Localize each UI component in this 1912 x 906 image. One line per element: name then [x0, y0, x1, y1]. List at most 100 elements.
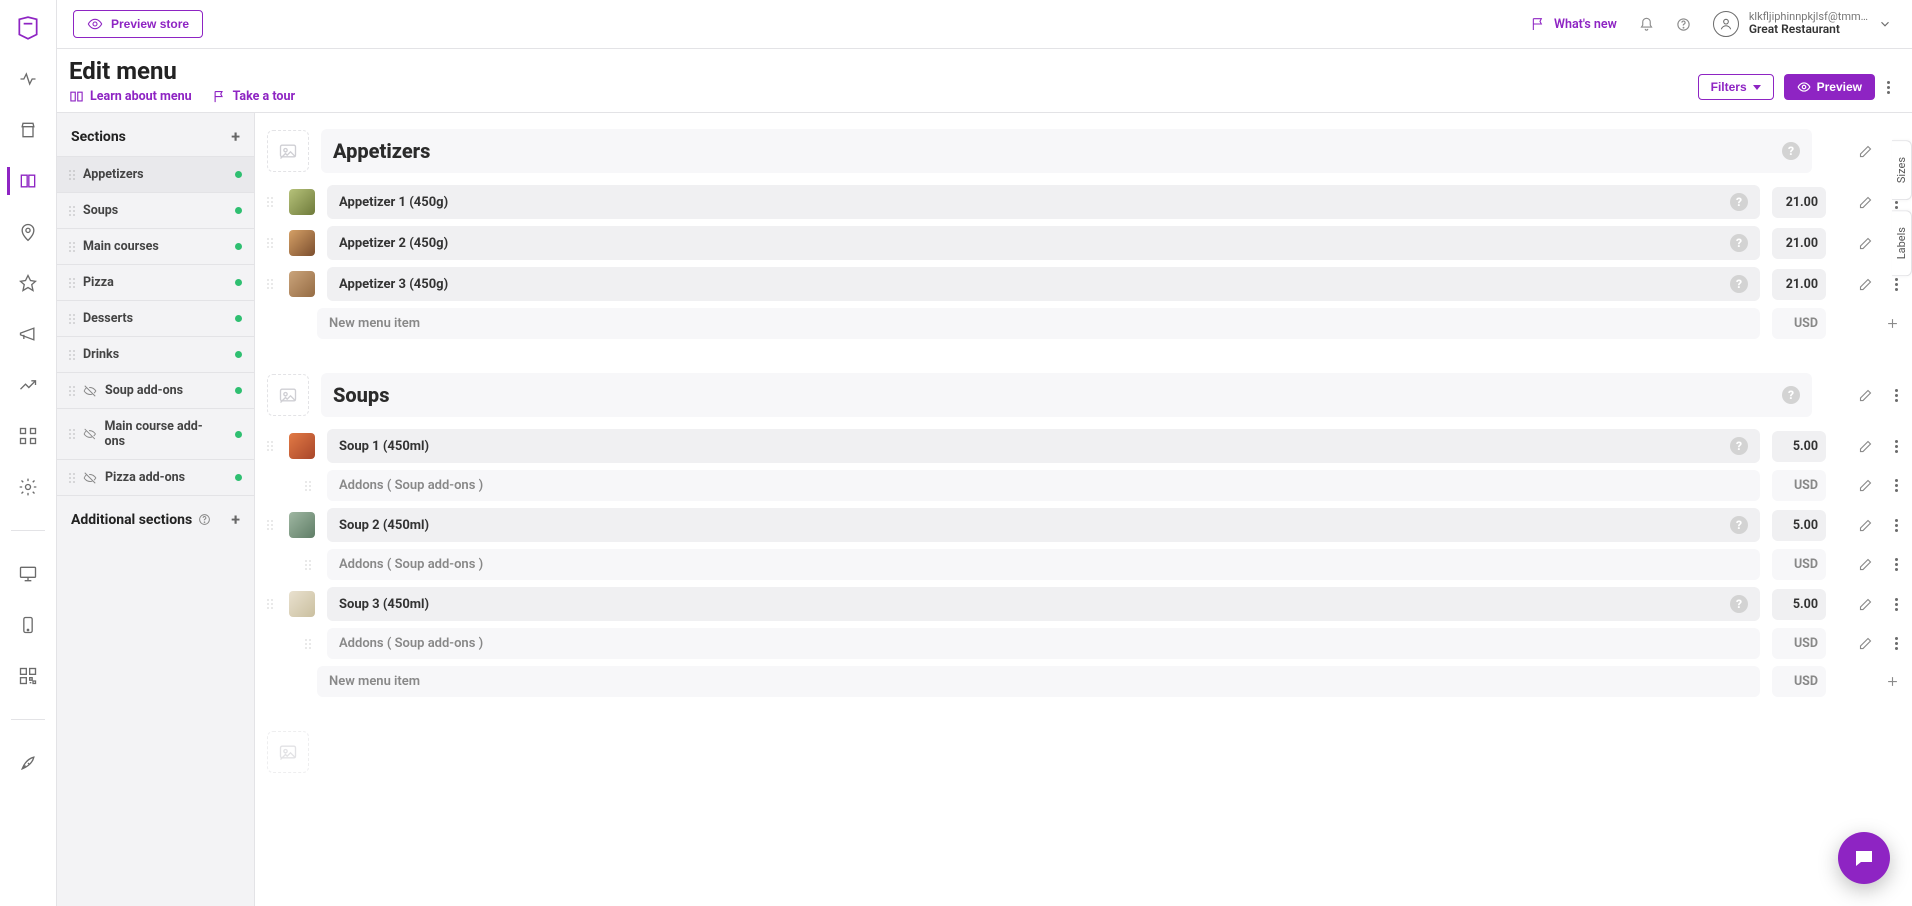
item-thumbnail[interactable] — [289, 271, 315, 297]
section-item[interactable]: Pizza add-ons — [57, 459, 254, 495]
item-help-icon[interactable]: ? — [1730, 595, 1748, 613]
edit-icon[interactable] — [1858, 144, 1873, 159]
item-help-icon[interactable]: ? — [1730, 437, 1748, 455]
add-additional-section-button[interactable]: + — [231, 510, 240, 529]
drag-handle-icon[interactable] — [267, 279, 277, 289]
addon-row[interactable]: Addons ( Soup add-ons ) — [327, 470, 1760, 501]
nav-locations-icon[interactable] — [7, 218, 47, 246]
preview-store-button[interactable]: Preview store — [73, 10, 203, 38]
addon-row[interactable]: Addons ( Soup add-ons ) — [327, 628, 1760, 659]
menu-item-price[interactable]: 21.00 — [1772, 228, 1826, 259]
menu-item-price[interactable]: 21.00 — [1772, 187, 1826, 218]
drag-handle-icon[interactable] — [267, 238, 277, 248]
drag-handle-icon[interactable] — [69, 314, 75, 324]
drag-handle-icon[interactable] — [305, 560, 315, 570]
preview-button[interactable]: Preview — [1784, 74, 1875, 100]
section-item[interactable]: Soups — [57, 192, 254, 228]
nav-qr-icon[interactable] — [7, 662, 47, 690]
more-icon[interactable] — [1893, 438, 1900, 455]
nav-menu-icon[interactable] — [7, 167, 47, 195]
addon-row[interactable]: Addons ( Soup add-ons ) — [327, 549, 1760, 580]
nav-marketing-icon[interactable] — [7, 320, 47, 348]
drag-handle-icon[interactable] — [69, 170, 75, 180]
more-icon[interactable] — [1893, 387, 1900, 404]
item-help-icon[interactable]: ? — [1730, 234, 1748, 252]
section-item[interactable]: Pizza — [57, 264, 254, 300]
whats-new-link[interactable]: What's new — [1530, 16, 1617, 32]
drag-handle-icon[interactable] — [267, 441, 277, 451]
edit-icon[interactable] — [1858, 478, 1873, 493]
drag-handle-icon[interactable] — [305, 639, 315, 649]
drag-handle-icon[interactable] — [305, 481, 315, 491]
item-help-icon[interactable]: ? — [1730, 275, 1748, 293]
item-help-icon[interactable]: ? — [1782, 142, 1800, 160]
edit-icon[interactable] — [1858, 277, 1873, 292]
section-image-placeholder[interactable] — [267, 130, 309, 172]
item-thumbnail[interactable] — [289, 433, 315, 459]
item-thumbnail[interactable] — [289, 230, 315, 256]
menu-item-row[interactable]: Soup 3 (450ml)? — [327, 587, 1760, 621]
more-icon[interactable] — [1893, 517, 1900, 534]
item-thumbnail[interactable] — [289, 591, 315, 617]
edit-icon[interactable] — [1858, 636, 1873, 651]
item-thumbnail[interactable] — [289, 189, 315, 215]
section-item[interactable]: Appetizers — [57, 156, 254, 192]
drag-handle-icon[interactable] — [69, 350, 75, 360]
section-item[interactable]: Desserts — [57, 300, 254, 336]
add-item-icon[interactable] — [1885, 674, 1900, 689]
section-item[interactable]: Soup add-ons — [57, 372, 254, 408]
sizes-tab[interactable]: Sizes — [1892, 140, 1912, 200]
labels-tab[interactable]: Labels — [1892, 210, 1912, 276]
user-menu[interactable]: klkfljiphinnpkjlsf@tmm… Great Restaurant — [1713, 11, 1892, 37]
nav-analytics-icon[interactable] — [7, 371, 47, 399]
edit-icon[interactable] — [1858, 236, 1873, 251]
menu-item-row[interactable]: Appetizer 1 (450g)? — [327, 185, 1760, 219]
drag-handle-icon[interactable] — [69, 242, 75, 252]
menu-item-row[interactable]: Appetizer 2 (450g)? — [327, 226, 1760, 260]
edit-icon[interactable] — [1858, 518, 1873, 533]
nav-orders-icon[interactable] — [7, 116, 47, 144]
add-item-icon[interactable] — [1885, 316, 1900, 331]
nav-rocket-icon[interactable] — [7, 749, 47, 777]
notifications-icon[interactable] — [1639, 17, 1654, 32]
nav-mobile-icon[interactable] — [7, 611, 47, 639]
chat-fab[interactable] — [1838, 832, 1890, 884]
drag-handle-icon[interactable] — [267, 197, 277, 207]
menu-item-price[interactable]: 5.00 — [1772, 510, 1826, 541]
filters-button[interactable]: Filters — [1698, 74, 1774, 100]
more-icon[interactable] — [1893, 556, 1900, 573]
more-icon[interactable] — [1893, 276, 1900, 293]
drag-handle-icon[interactable] — [69, 429, 75, 439]
nav-reviews-icon[interactable] — [7, 269, 47, 297]
edit-icon[interactable] — [1858, 557, 1873, 572]
page-more-icon[interactable] — [1885, 79, 1892, 96]
drag-handle-icon[interactable] — [267, 599, 277, 609]
logo[interactable] — [7, 14, 47, 42]
drag-handle-icon[interactable] — [69, 473, 75, 483]
menu-item-price[interactable]: 21.00 — [1772, 269, 1826, 300]
section-header[interactable]: Soups? — [321, 373, 1812, 417]
drag-handle-icon[interactable] — [69, 278, 75, 288]
section-item[interactable]: Main course add-ons — [57, 408, 254, 459]
item-thumbnail[interactable] — [289, 512, 315, 538]
new-menu-item-input[interactable]: New menu item — [317, 308, 1760, 339]
edit-icon[interactable] — [1858, 439, 1873, 454]
drag-handle-icon[interactable] — [69, 386, 75, 396]
more-icon[interactable] — [1893, 635, 1900, 652]
more-icon[interactable] — [1893, 477, 1900, 494]
menu-item-row[interactable]: Soup 1 (450ml)? — [327, 429, 1760, 463]
more-icon[interactable] — [1893, 596, 1900, 613]
item-help-icon[interactable]: ? — [1730, 193, 1748, 211]
learn-about-menu-link[interactable]: Learn about menu — [69, 89, 192, 104]
drag-handle-icon[interactable] — [69, 206, 75, 216]
nav-desktop-icon[interactable] — [7, 560, 47, 588]
add-section-button[interactable]: + — [231, 127, 240, 146]
item-help-icon[interactable]: ? — [1730, 516, 1748, 534]
nav-integrations-icon[interactable] — [7, 422, 47, 450]
section-header[interactable]: Appetizers? — [321, 129, 1812, 173]
menu-item-row[interactable]: Soup 2 (450ml)? — [327, 508, 1760, 542]
edit-icon[interactable] — [1858, 388, 1873, 403]
section-image-placeholder[interactable] — [267, 731, 309, 773]
nav-activity-icon[interactable] — [7, 65, 47, 93]
section-item[interactable]: Drinks — [57, 336, 254, 372]
